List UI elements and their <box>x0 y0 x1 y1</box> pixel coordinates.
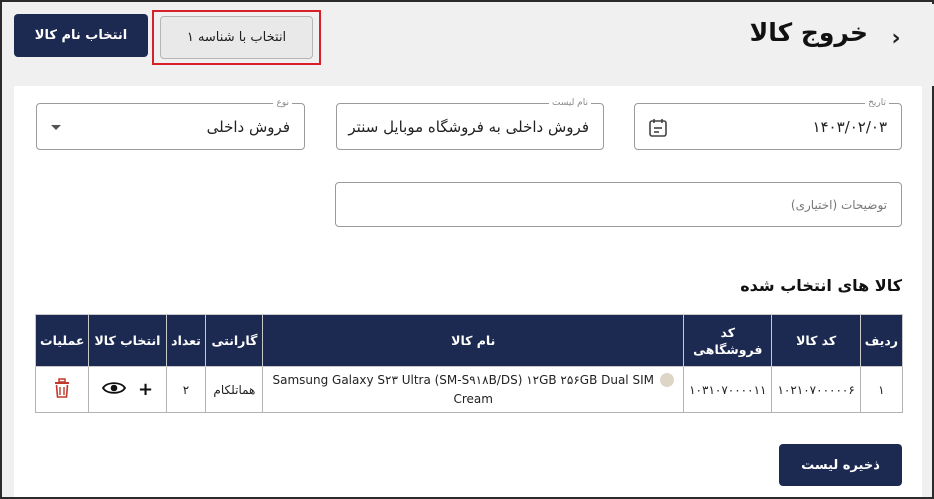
product-name-cell: Samsung Galaxy S۲۳ Ultra (SM-S۹۱۸B/DS) ۱… <box>262 366 685 413</box>
selected-items-table: ردیف کد کالا کد فروشگاهی نام کالا گارانت… <box>34 314 904 413</box>
list-name-value: فروش داخلی به فروشگاه موبایل سنتر <box>348 117 589 136</box>
col-store-code: کد فروشگاهی <box>683 314 773 367</box>
page-title: خروج کالا <box>749 18 868 47</box>
date-field[interactable]: تاریخ ۱۴۰۳/۰۲/۰۳ <box>634 97 902 150</box>
color-swatch <box>659 373 674 387</box>
quantity: ۲ <box>165 366 207 413</box>
calendar-icon[interactable] <box>647 117 669 139</box>
notes-placeholder: توضیحات (اختیاری) <box>790 197 887 212</box>
select-by-id-button[interactable]: انتخاب با شناسه ۱ <box>160 16 313 59</box>
notes-input[interactable]: توضیحات (اختیاری) <box>335 182 902 227</box>
app-window: › خروج کالا انتخاب نام کالا انتخاب با شن… <box>0 0 934 499</box>
eye-icon[interactable] <box>101 380 126 399</box>
type-value: فروش داخلی <box>206 117 290 136</box>
form-card: تاریخ ۱۴۰۳/۰۲/۰۳ نام لیست فروش داخلی به … <box>14 86 922 497</box>
col-actions: عملیات <box>34 314 90 367</box>
trash-icon[interactable] <box>53 378 71 402</box>
store-code: ۱۰۳۱۰۷۰۰۰۰۱۱ <box>683 366 773 413</box>
col-row: ردیف <box>859 314 904 367</box>
select-product-cell: + <box>88 366 167 413</box>
col-product-code: کد کالا <box>771 314 861 367</box>
col-quantity: تعداد <box>165 314 207 367</box>
list-name-field[interactable]: نام لیست فروش داخلی به فروشگاه موبایل سن… <box>336 97 604 150</box>
col-warranty: گارانتی <box>205 314 264 367</box>
chevron-right-icon[interactable]: › <box>884 24 908 52</box>
actions-cell <box>34 366 90 413</box>
page-header: › خروج کالا انتخاب نام کالا انتخاب با شن… <box>4 4 934 86</box>
save-list-button[interactable]: ذخیره لیست <box>779 444 902 486</box>
table-row: ۱ ۱۰۲۱۰۷۰۰۰۰۰۶ ۱۰۳۱۰۷۰۰۰۰۱۱ Samsung Gala… <box>34 366 904 413</box>
highlight-frame: انتخاب با شناسه ۱ <box>152 10 321 65</box>
col-select-product: انتخاب کالا <box>88 314 167 367</box>
date-value: ۱۴۰۳/۰۲/۰۳ <box>812 117 887 136</box>
select-by-name-button[interactable]: انتخاب نام کالا <box>14 14 148 57</box>
warranty: هماتلکام <box>205 366 264 413</box>
col-product-name: نام کالا <box>262 314 685 367</box>
row-number: ۱ <box>859 366 904 413</box>
table-header-row: ردیف کد کالا کد فروشگاهی نام کالا گارانت… <box>34 314 904 367</box>
plus-icon[interactable]: + <box>138 380 153 399</box>
type-select[interactable]: نوع فروش داخلی <box>36 97 305 150</box>
product-name: Samsung Galaxy S۲۳ Ultra (SM-S۹۱۸B/DS) ۱… <box>272 372 654 406</box>
product-code: ۱۰۲۱۰۷۰۰۰۰۰۶ <box>771 366 861 413</box>
selected-items-title: کالا های انتخاب شده <box>740 276 902 295</box>
caret-down-icon[interactable] <box>51 125 61 130</box>
